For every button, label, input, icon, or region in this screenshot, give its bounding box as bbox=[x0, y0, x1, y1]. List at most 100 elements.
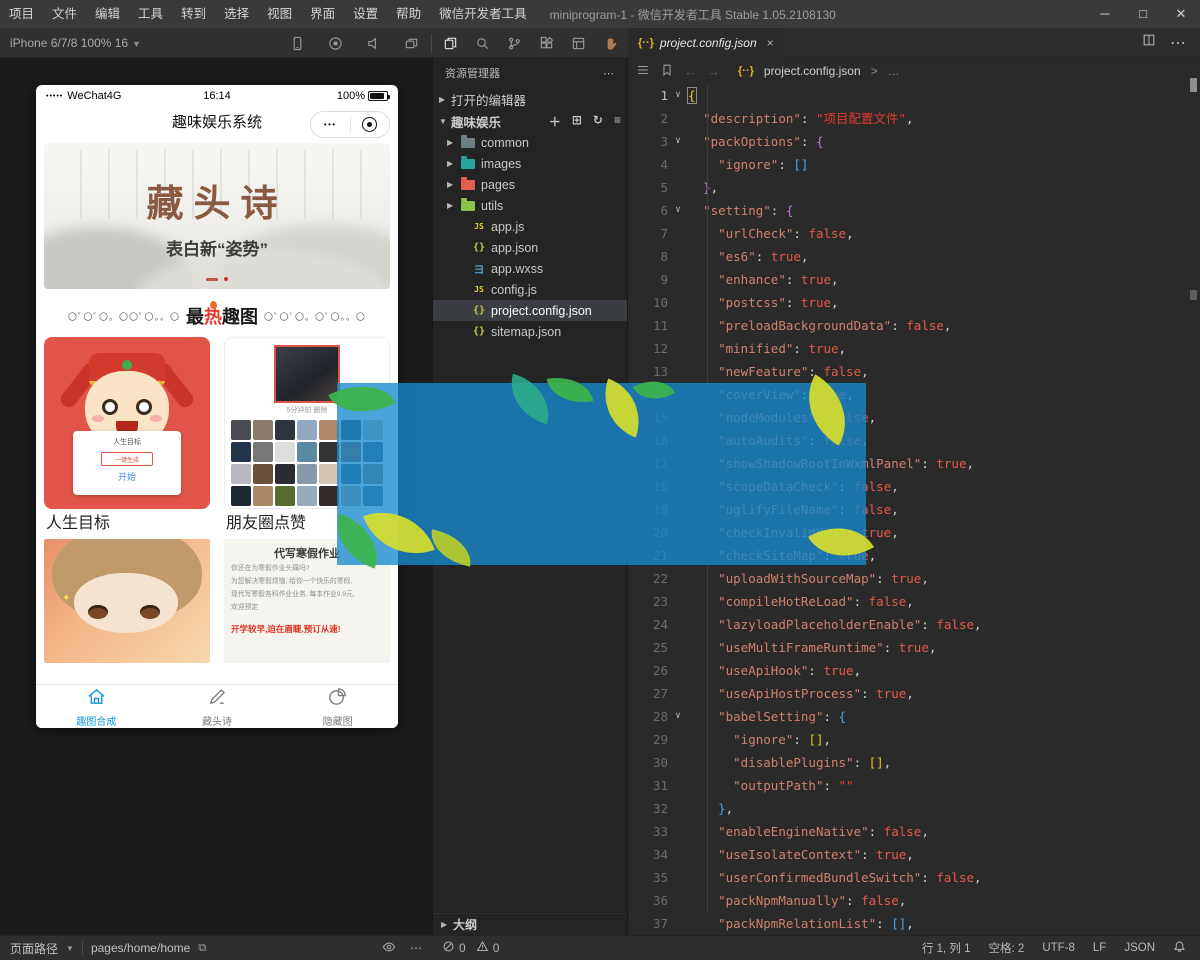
life-goal-dialog: 人生目标 一键生成 开始 bbox=[73, 431, 181, 495]
menu-转到[interactable]: 转到 bbox=[172, 0, 215, 28]
menu-帮助[interactable]: 帮助 bbox=[387, 0, 430, 28]
tab-project-config-json[interactable]: {··} project.config.json × bbox=[628, 28, 784, 58]
banner-carousel[interactable]: 藏头诗 表白新“姿势” bbox=[44, 143, 390, 289]
forward-icon[interactable]: → bbox=[707, 64, 720, 79]
encoding[interactable]: UTF-8 bbox=[1042, 942, 1075, 954]
tree-item-sitemap.json[interactable]: {}sitemap.json bbox=[433, 321, 627, 342]
tree-item-common[interactable]: ▶common bbox=[433, 132, 627, 153]
menu-设置[interactable]: 设置 bbox=[344, 0, 387, 28]
minimize-button[interactable]: ─ bbox=[1086, 0, 1124, 28]
main-area: ••••• WeChat4G 16:14 100% 趣味娱乐系统 ••• 藏头诗… bbox=[0, 58, 1200, 935]
template-icon[interactable] bbox=[568, 33, 588, 53]
errors-icon[interactable] bbox=[442, 940, 455, 956]
code-line: 33 "enableEngineNative": false, bbox=[628, 820, 1200, 843]
project-root-row[interactable]: ▼趣味娱乐 ＋⊞↻≡ bbox=[433, 110, 627, 132]
tree-item-images[interactable]: ▶images bbox=[433, 153, 627, 174]
tree-item-pages[interactable]: ▶pages bbox=[433, 174, 627, 195]
split-editor-icon[interactable] bbox=[1142, 33, 1156, 52]
tree-item-app.json[interactable]: {}app.json bbox=[433, 237, 627, 258]
card-moments-likes[interactable]: 5分钟前 删除 bbox=[224, 337, 390, 509]
more-icon[interactable]: ⋯ bbox=[410, 941, 422, 955]
avatar bbox=[363, 464, 383, 484]
code-line: 25 "useMultiFrameRuntime": true, bbox=[628, 636, 1200, 659]
json-file-icon: {··} bbox=[638, 37, 654, 49]
avatar bbox=[297, 486, 317, 506]
git-branch-icon[interactable] bbox=[504, 33, 524, 53]
pie-icon bbox=[327, 686, 348, 712]
tree-item-config.js[interactable]: JSconfig.js bbox=[433, 279, 627, 300]
maximize-button[interactable]: □ bbox=[1124, 0, 1162, 28]
menu-文件[interactable]: 文件 bbox=[43, 0, 86, 28]
tabbar-item-趣图合成[interactable]: 趣图合成 bbox=[36, 685, 157, 728]
tabbar-item-藏头诗[interactable]: 藏头诗 bbox=[157, 685, 278, 728]
tabbar-item-隐藏图[interactable]: 隐藏图 bbox=[277, 685, 398, 728]
explorer-view-icon[interactable] bbox=[440, 33, 460, 53]
language-mode[interactable]: JSON bbox=[1124, 942, 1155, 954]
code-line: 31 "outputPath": "" bbox=[628, 774, 1200, 797]
explorer-actions: ＋ ⊞ ↻ ≡ bbox=[549, 113, 621, 130]
avatar bbox=[231, 442, 251, 462]
menu-编辑[interactable]: 编辑 bbox=[86, 0, 129, 28]
cursor-position[interactable]: 行 1, 列 1 bbox=[922, 940, 971, 956]
bookmark-icon[interactable] bbox=[660, 63, 674, 80]
new-file-icon[interactable]: ＋ bbox=[549, 113, 561, 130]
menu-项目[interactable]: 项目 bbox=[0, 0, 43, 28]
tree-item-app.wxss[interactable]: ヨapp.wxss bbox=[433, 258, 627, 279]
window-title: miniprogram-1 - 微信开发者工具 Stable 1.05.2108… bbox=[550, 6, 836, 23]
device-selector[interactable]: iPhone 6/7/8 100% 16▼ bbox=[10, 28, 141, 59]
eye-icon[interactable] bbox=[382, 940, 396, 957]
tree-item-utils[interactable]: ▶utils bbox=[433, 195, 627, 216]
search-icon[interactable] bbox=[472, 33, 492, 53]
card-life-goal[interactable]: 人生目标 一键生成 开始 bbox=[44, 337, 210, 509]
card-homework[interactable]: 代写寒假作业 你还在为寒假作业头痛吗?为您解决寒假烦恼, 给你一个快乐的寒假,现… bbox=[224, 539, 390, 663]
capsule-button[interactable]: ••• bbox=[310, 111, 390, 138]
back-icon[interactable]: ← bbox=[684, 64, 697, 79]
menu-界面[interactable]: 界面 bbox=[301, 0, 344, 28]
avatar bbox=[231, 420, 251, 440]
eol[interactable]: LF bbox=[1093, 942, 1106, 954]
hand-tool-icon[interactable] bbox=[600, 33, 620, 53]
menu-选择[interactable]: 选择 bbox=[215, 0, 258, 28]
phone-mode-icon[interactable] bbox=[287, 33, 307, 53]
bell-icon[interactable] bbox=[1173, 940, 1186, 956]
collapse-all-icon[interactable]: ≡ bbox=[614, 113, 621, 130]
menu-微信开发者工具[interactable]: 微信开发者工具 bbox=[430, 0, 536, 28]
mute-icon[interactable] bbox=[363, 33, 383, 53]
new-folder-icon[interactable]: ⊞ bbox=[572, 113, 582, 130]
warnings-icon[interactable] bbox=[476, 940, 489, 956]
outline-list-icon[interactable] bbox=[636, 63, 650, 80]
code-editor[interactable]: ← → {··} project.config.json > … 1∨{2 "d… bbox=[628, 58, 1200, 935]
avatar bbox=[319, 486, 339, 506]
extensions-icon[interactable] bbox=[536, 33, 556, 53]
editor-more-icon[interactable]: ⋯ bbox=[1170, 33, 1186, 53]
avatar bbox=[297, 442, 317, 462]
code-line: 26 "useApiHook": true, bbox=[628, 659, 1200, 682]
code-line: 34 "useIsolateContext": true, bbox=[628, 843, 1200, 866]
refresh-icon[interactable]: ↻ bbox=[593, 113, 603, 130]
card-label: 人生目标 bbox=[44, 509, 210, 539]
indentation[interactable]: 空格: 2 bbox=[989, 940, 1025, 956]
tab-close-icon[interactable]: × bbox=[767, 36, 774, 50]
capsule-more-icon[interactable]: ••• bbox=[311, 120, 350, 129]
breadcrumb-file[interactable]: project.config.json bbox=[764, 64, 861, 78]
record-icon[interactable] bbox=[325, 33, 345, 53]
tree-item-project.config.json[interactable]: {}project.config.json bbox=[433, 300, 627, 321]
code-line: 2 "description": "项目配置文件", bbox=[628, 107, 1200, 130]
card-anime[interactable]: ✦ bbox=[44, 539, 210, 663]
close-button[interactable]: ✕ bbox=[1162, 0, 1200, 28]
menu-工具[interactable]: 工具 bbox=[129, 0, 172, 28]
page-path-value[interactable]: pages/home/home bbox=[91, 941, 190, 955]
avatar bbox=[275, 420, 295, 440]
phone-simulator[interactable]: ••••• WeChat4G 16:14 100% 趣味娱乐系统 ••• 藏头诗… bbox=[36, 85, 398, 728]
outline-section[interactable]: ▶大纲 bbox=[433, 913, 627, 935]
capsule-close-icon[interactable] bbox=[351, 117, 390, 132]
open-editors-row[interactable]: ▶打开的编辑器 bbox=[433, 88, 627, 110]
page-path-label[interactable]: 页面路径 bbox=[10, 940, 58, 957]
copy-path-icon[interactable]: ⧉ bbox=[198, 942, 206, 955]
explorer-title: 资源管理器 bbox=[445, 65, 500, 81]
code-area[interactable]: 1∨{2 "description": "项目配置文件",3∨ "packOpt… bbox=[628, 84, 1200, 935]
multi-window-icon[interactable] bbox=[401, 33, 421, 53]
explorer-more-icon[interactable]: ⋯ bbox=[603, 67, 615, 80]
menu-视图[interactable]: 视图 bbox=[258, 0, 301, 28]
tree-item-app.js[interactable]: JSapp.js bbox=[433, 216, 627, 237]
